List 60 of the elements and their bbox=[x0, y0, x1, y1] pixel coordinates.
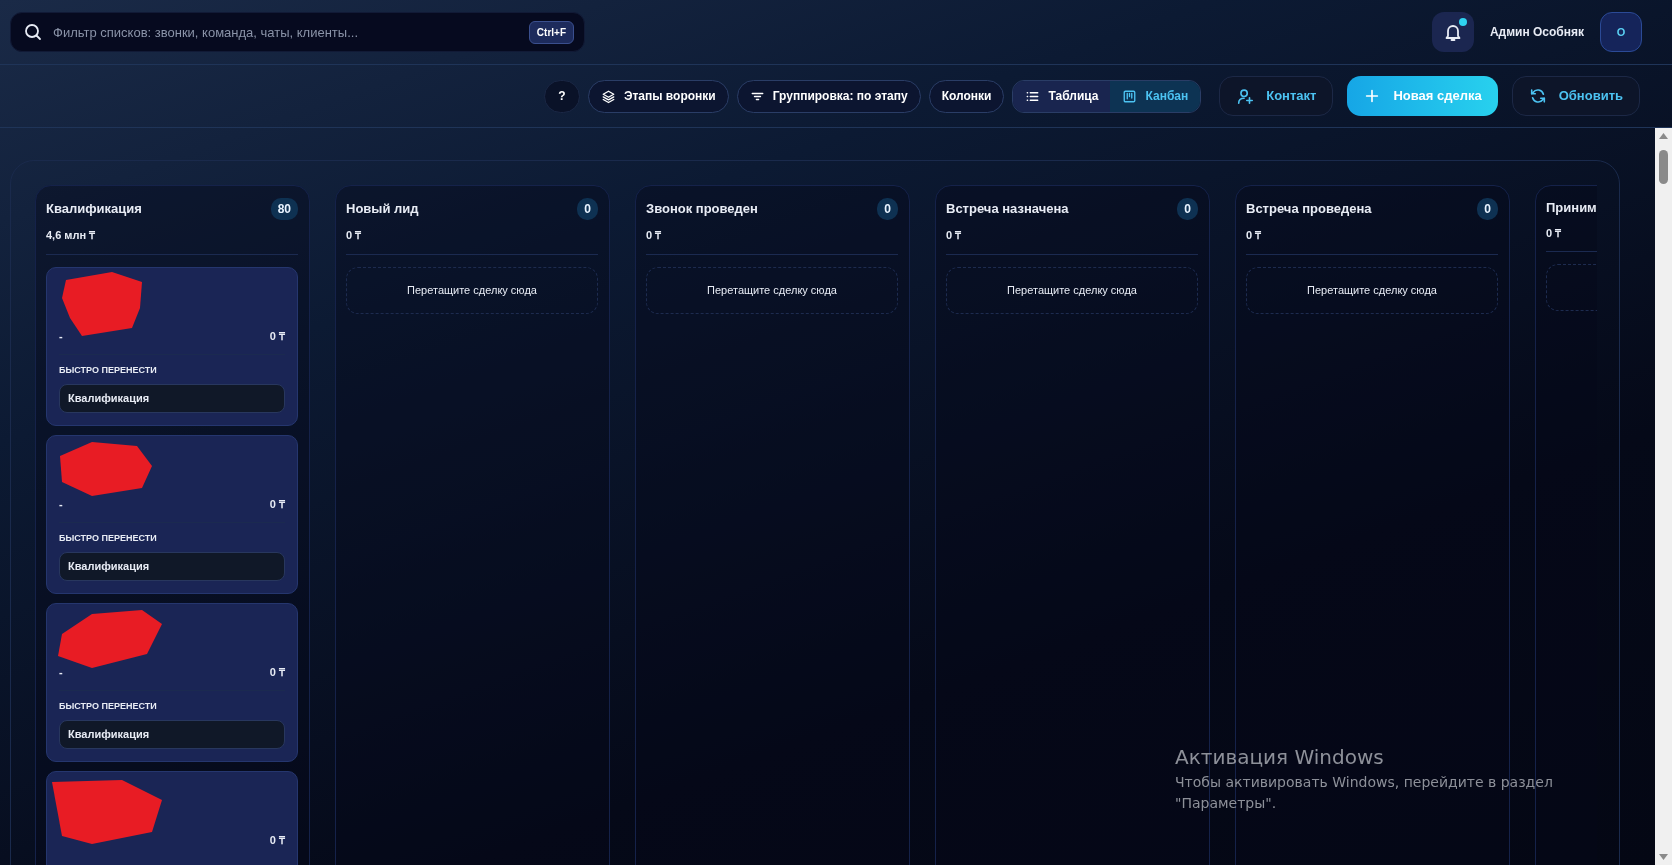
deal-amount: 0 ₸ bbox=[269, 664, 285, 680]
avatar[interactable]: О bbox=[1600, 12, 1642, 52]
column-title: Новый лид bbox=[346, 200, 419, 219]
column-title: Встреча проведена bbox=[1246, 200, 1372, 219]
deal-card[interactable]: - 0 ₸ БЫСТРО ПЕРЕНЕСТИ Квалификация bbox=[46, 266, 298, 426]
activation-title: Активация Windows bbox=[1175, 744, 1385, 771]
deal-card[interactable]: - 0 ₸ БЫСТРО ПЕРЕНЕСТИ Квалификация bbox=[46, 434, 298, 594]
quick-move-label: БЫСТРО ПЕРЕНЕСТИ bbox=[59, 364, 158, 377]
count-badge: 0 bbox=[1177, 198, 1198, 220]
count-badge: 0 bbox=[577, 198, 598, 220]
contact-button[interactable]: Контакт bbox=[1219, 76, 1334, 116]
count-badge: 80 bbox=[270, 198, 298, 220]
view-tab[interactable]: Канбан bbox=[1110, 80, 1201, 112]
deal-amount: 0 ₸ bbox=[269, 832, 285, 848]
search-field[interactable]: Фильтр списков: звонки, команда, чаты, клиенты... Ctrl+F bbox=[10, 12, 585, 52]
count-badge: 0 bbox=[1477, 198, 1498, 220]
activation-text: Чтобы активировать Windows, перейдите в раздел "Параметры". bbox=[1175, 773, 1554, 813]
drop-zone[interactable]: Перетащите сделку сюда bbox=[1246, 266, 1498, 314]
deal-card[interactable]: - 0 ₸ БЫСТРО ПЕРЕНЕСТИ Квалификация bbox=[46, 602, 298, 762]
stage-select[interactable]: Квалификация bbox=[59, 719, 285, 749]
quick-move-label: БЫСТРО ПЕРЕНЕСТИ bbox=[59, 532, 158, 545]
view-tab[interactable]: Таблица bbox=[1013, 80, 1111, 112]
deal-amount: 0 ₸ bbox=[269, 328, 285, 344]
drop-zone[interactable]: Перетащите сделку сюда bbox=[646, 266, 898, 314]
help-button[interactable]: ? bbox=[543, 79, 580, 113]
column-sum: 0 ₸ bbox=[946, 228, 963, 243]
toolbar-button[interactable]: Группировка: по этапу bbox=[736, 79, 921, 113]
stage-select[interactable]: Квалификация bbox=[59, 383, 285, 413]
column-sum: 4,6 млн ₸ bbox=[46, 228, 97, 243]
deal-amount: 0 ₸ bbox=[269, 496, 285, 512]
refresh-icon bbox=[1528, 87, 1547, 105]
column-sum: 0 ₸ bbox=[646, 228, 663, 243]
refresh-button[interactable]: Обновить bbox=[1511, 76, 1640, 116]
column-sum: 0 ₸ bbox=[346, 228, 363, 243]
notification-button[interactable] bbox=[1431, 12, 1474, 52]
stage-select[interactable]: Квалификация bbox=[59, 551, 285, 581]
user-name: Админ Особняк bbox=[1489, 24, 1584, 41]
toolbar-button[interactable]: Колонки bbox=[928, 79, 1005, 113]
column-title: Звонок проведен bbox=[646, 200, 758, 219]
column-sum: 0 ₸ bbox=[1246, 228, 1263, 243]
deal-card[interactable]: 0 ₸ bbox=[46, 770, 298, 865]
column-sum: 0 ₸ bbox=[1546, 225, 1563, 241]
user-plus-icon bbox=[1236, 87, 1255, 105]
column-title: Встреча назначена bbox=[946, 200, 1069, 219]
scrollbar[interactable] bbox=[1655, 128, 1672, 865]
toolbar-button[interactable]: Этапы воронки bbox=[587, 79, 729, 113]
deal-contact: - bbox=[59, 664, 63, 680]
column-title: Квалификация bbox=[46, 200, 142, 219]
layers-icon bbox=[600, 88, 616, 104]
search-field[interactable]: Фильтр списков: звонки, команда, чаты, клиенты... bbox=[51, 13, 521, 51]
board-icon bbox=[1122, 88, 1138, 104]
deal-contact: - bbox=[59, 328, 63, 344]
search-icon bbox=[23, 22, 43, 42]
count-badge: 0 bbox=[877, 198, 898, 220]
drop-zone[interactable]: Перетащите сделку сюда bbox=[946, 266, 1198, 314]
deal-contact: - bbox=[59, 496, 63, 512]
drop-zone[interactable]: Перетащите сделку сюда bbox=[346, 266, 598, 314]
shortcut-key: Ctrl+F bbox=[528, 20, 574, 44]
column-title: Приним bbox=[1546, 199, 1597, 217]
quick-move-label: БЫСТРО ПЕРЕНЕСТИ bbox=[59, 700, 158, 713]
